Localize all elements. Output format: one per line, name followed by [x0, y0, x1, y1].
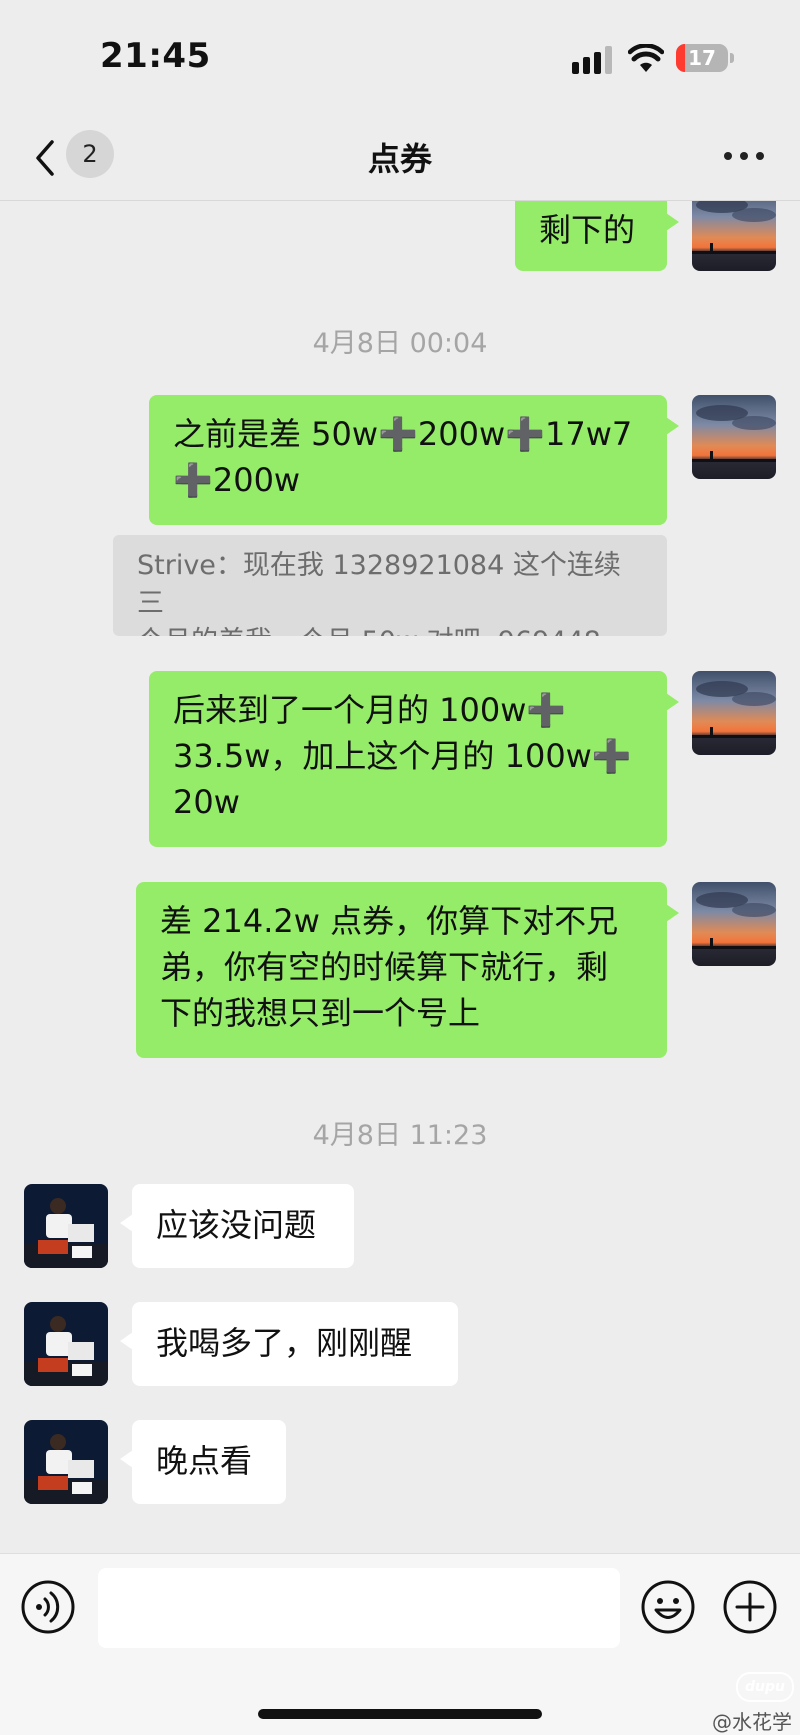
- status-time: 21:45: [100, 36, 211, 76]
- quote-text: Strive：现在我 1328921084 这个连续三: [137, 550, 621, 619]
- chat-header: 2 点券: [0, 120, 800, 201]
- emoji-icon[interactable]: [640, 1579, 696, 1635]
- sent-message[interactable]: 之前是差 50w➕200w➕17w7 ➕200w: [149, 395, 679, 525]
- message-list[interactable]: 剩下的 4月8日 00:04 之前是差 50w➕200w➕17w7 ➕200w …: [0, 201, 800, 1553]
- more-options-icon[interactable]: [722, 148, 766, 164]
- message-text: 差 214.2w 点券，你算下对不兄: [160, 902, 619, 940]
- watermark-text: @水花学: [712, 1710, 792, 1734]
- message-text: 后来到了一个月的 100w➕: [173, 691, 567, 729]
- message-text: ➕200w: [173, 461, 301, 499]
- battery-indicator: 17: [676, 44, 734, 72]
- battery-nub: [730, 53, 734, 63]
- message-text: 剩下的: [539, 211, 636, 249]
- sent-message[interactable]: 剩下的: [515, 201, 679, 271]
- cellular-signal-icon: [572, 46, 612, 74]
- home-indicator[interactable]: [258, 1709, 542, 1719]
- battery-level: 17: [688, 46, 716, 70]
- message-text: 33.5w，加上这个月的 100w➕: [173, 737, 632, 775]
- message-text: 下的我想只到一个号上: [160, 994, 481, 1032]
- quoted-message[interactable]: Strive：现在我 1328921084 这个连续三 个月的差我一个月 50w…: [113, 535, 667, 636]
- message-text-field[interactable]: [98, 1568, 620, 1648]
- sent-message[interactable]: 后来到了一个月的 100w➕ 33.5w，加上这个月的 100w➕ 20w: [149, 671, 679, 847]
- status-bar: 21:45 17: [0, 0, 800, 120]
- contact-avatar[interactable]: [24, 1420, 108, 1504]
- my-avatar[interactable]: [692, 395, 776, 479]
- my-avatar[interactable]: [692, 882, 776, 966]
- sent-message[interactable]: 差 214.2w 点券，你算下对不兄 弟，你有空的时候算下就行，剩 下的我想只到…: [136, 882, 679, 1058]
- message-input-bar: [0, 1553, 800, 1735]
- message-text: 20w: [173, 783, 240, 821]
- message-text: 晚点看: [156, 1442, 253, 1480]
- timestamp: 4月8日 00:04: [312, 328, 488, 359]
- my-avatar[interactable]: [692, 671, 776, 755]
- wifi-icon: [628, 44, 664, 72]
- watermark-logo: dupu: [736, 1672, 794, 1702]
- voice-input-icon[interactable]: [20, 1579, 76, 1635]
- message-text: 我喝多了，刚刚醒: [156, 1324, 413, 1362]
- received-message[interactable]: 我喝多了，刚刚醒: [120, 1302, 458, 1386]
- message-text: 弟，你有空的时候算下就行，剩: [160, 948, 609, 986]
- message-text: 之前是差 50w➕200w➕17w7: [173, 415, 633, 453]
- quote-text: 个月的差我一个月 50w 对吧, 969448...: [137, 623, 643, 636]
- add-attachment-icon[interactable]: [722, 1579, 778, 1635]
- contact-avatar[interactable]: [24, 1184, 108, 1268]
- my-avatar[interactable]: [692, 201, 776, 271]
- timestamp: 4月8日 11:23: [312, 1120, 488, 1151]
- contact-avatar[interactable]: [24, 1302, 108, 1386]
- received-message[interactable]: 晚点看: [120, 1420, 286, 1504]
- received-message[interactable]: 应该没问题: [120, 1184, 354, 1268]
- chat-title: 点券: [367, 140, 432, 178]
- message-text: 应该没问题: [156, 1206, 317, 1244]
